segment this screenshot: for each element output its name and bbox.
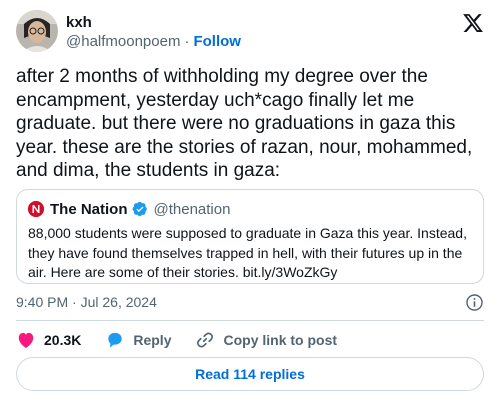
link-icon: [197, 332, 214, 348]
divider: [16, 320, 484, 321]
timestamp[interactable]: 9:40 PM · Jul 26, 2024: [16, 293, 157, 311]
quoted-tweet[interactable]: The Nation @thenation 88,000 students we…: [16, 189, 484, 284]
x-logo-icon[interactable]: [462, 12, 484, 34]
verified-badge-icon: [132, 201, 147, 217]
quote-header: The Nation @thenation: [28, 199, 472, 219]
the-nation-logo: [28, 201, 44, 217]
author-line: @halfmoonpoem · Follow: [66, 33, 241, 51]
action-bar: 20.3K Reply Copy link to post: [16, 329, 361, 351]
read-replies-label: Read 114 replies: [195, 366, 305, 382]
copy-link-button[interactable]: Copy link to post: [195, 330, 337, 350]
tweet-embed: kxh @halfmoonpoem · Follow after 2 months …: [0, 0, 500, 402]
tweet-text: after 2 months of withholding my degree …: [16, 66, 473, 181]
follow-button[interactable]: Follow: [193, 33, 241, 50]
quote-author-handle: @thenation: [153, 200, 231, 218]
read-replies-button[interactable]: Read 114 replies: [16, 357, 484, 391]
like-count: 20.3K: [44, 332, 82, 348]
quote-text: 88,000 students were supposed to graduat…: [28, 225, 467, 280]
reply-label: Reply: [133, 332, 172, 348]
reply-button[interactable]: Reply: [105, 330, 171, 350]
author-name[interactable]: kxh: [66, 14, 92, 32]
quote-author-name: The Nation: [50, 200, 128, 218]
info-icon[interactable]: [465, 293, 484, 312]
handle-separator: ·: [184, 33, 190, 50]
avatar[interactable]: [16, 10, 58, 52]
reply-bubble-icon: [108, 332, 123, 348]
heart-icon: [18, 332, 34, 348]
author-handle[interactable]: @halfmoonpoem: [66, 33, 180, 50]
copy-link-label: Copy link to post: [223, 332, 338, 348]
like-button[interactable]: 20.3K: [16, 330, 81, 350]
